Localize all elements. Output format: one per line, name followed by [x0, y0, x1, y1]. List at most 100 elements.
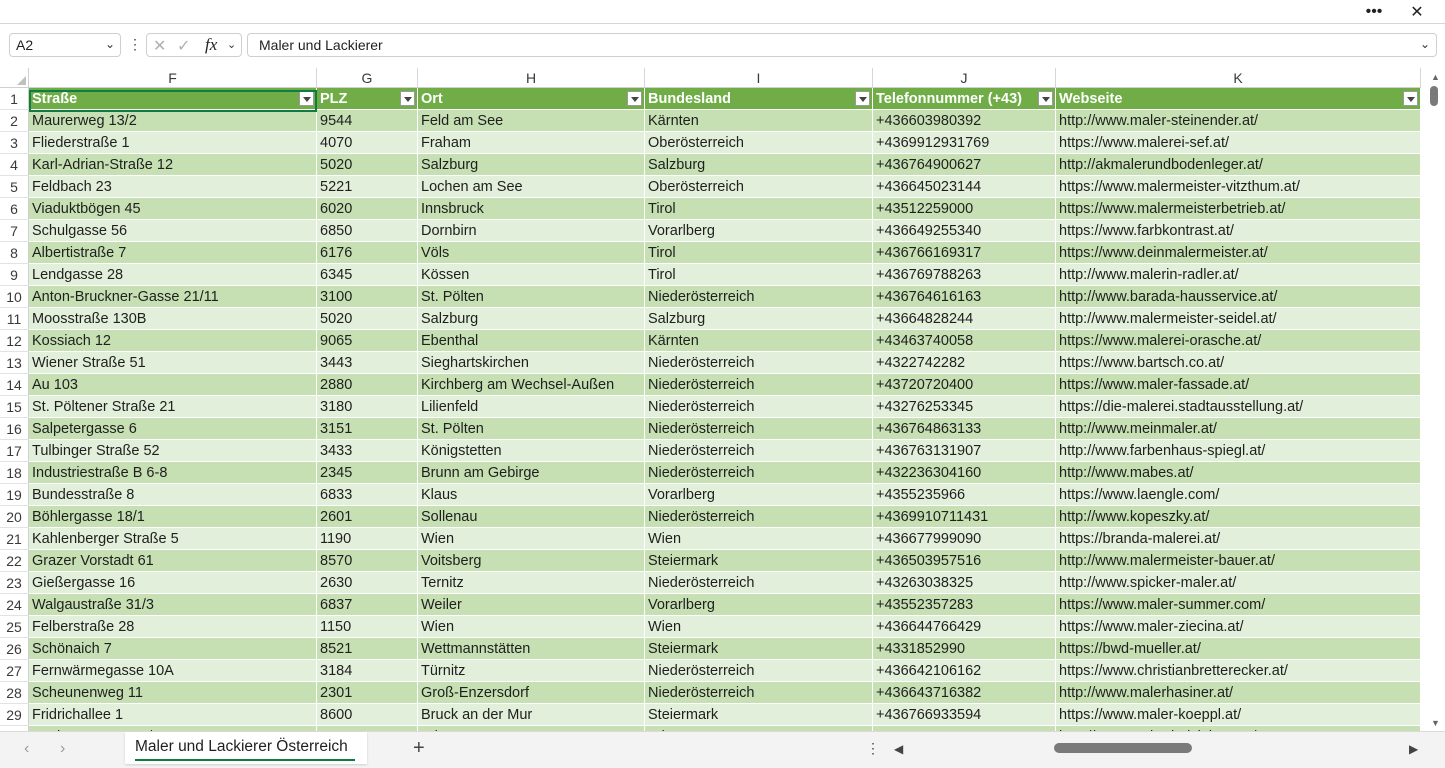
row-header[interactable]: 18	[0, 462, 29, 484]
cell-plz[interactable]: 6850	[317, 220, 418, 242]
cell-bundesland[interactable]: Wien	[645, 528, 873, 550]
row-header[interactable]: 6	[0, 198, 29, 220]
cell-ort[interactable]: Königstetten	[418, 440, 645, 462]
cell-plz[interactable]: 3180	[317, 396, 418, 418]
cell-bundesland[interactable]: Oberösterreich	[645, 132, 873, 154]
cell-strasse[interactable]: Lendgasse 28	[29, 264, 317, 286]
cell-telefon[interactable]: +436764616163	[873, 286, 1056, 308]
scroll-down-icon[interactable]: ▼	[1431, 718, 1440, 728]
cell-strasse[interactable]: Tulbinger Straße 52	[29, 440, 317, 462]
header-cell-webseite[interactable]: Webseite	[1056, 88, 1421, 110]
select-all-corner[interactable]	[0, 68, 29, 88]
cell-bundesland[interactable]: Niederösterreich	[645, 440, 873, 462]
cell-bundesland[interactable]: Tirol	[645, 198, 873, 220]
row-header[interactable]: 27	[0, 660, 29, 682]
cell-telefon[interactable]: +4355235966	[873, 484, 1056, 506]
cell-plz[interactable]: 3151	[317, 418, 418, 440]
expand-formula-icon[interactable]: ⌄	[1420, 37, 1430, 51]
column-header-h[interactable]: H	[418, 68, 645, 88]
cell-ort[interactable]: Ternitz	[418, 572, 645, 594]
cell-webseite[interactable]: https://www.malermeister-vitzthum.at/	[1056, 176, 1421, 198]
row-header[interactable]: 2	[0, 110, 29, 132]
cell-telefon[interactable]: +436643716382	[873, 682, 1056, 704]
cell-webseite[interactable]: http://www.malerin-radler.at/	[1056, 264, 1421, 286]
cell-webseite[interactable]: https://www.maler-fassade.at/	[1056, 374, 1421, 396]
header-cell-telefon[interactable]: Telefonnummer (+43)	[873, 88, 1056, 110]
cell-bundesland[interactable]: Niederösterreich	[645, 418, 873, 440]
cell-ort[interactable]: Voitsberg	[418, 550, 645, 572]
cell-ort[interactable]: Feld am See	[418, 110, 645, 132]
enter-icon[interactable]: ✓	[177, 36, 190, 56]
scroll-right-icon[interactable]: ▶	[1409, 742, 1418, 756]
cell-strasse[interactable]: Gießergasse 16	[29, 572, 317, 594]
row-header[interactable]: 3	[0, 132, 29, 154]
header-cell-strasse[interactable]: Straße	[29, 88, 317, 110]
cell-webseite[interactable]: http://www.mabes.at/	[1056, 462, 1421, 484]
cancel-icon[interactable]: ✕	[153, 36, 166, 56]
row-header[interactable]: 20	[0, 506, 29, 528]
cell-telefon[interactable]: +436603980392	[873, 110, 1056, 132]
row-header[interactable]: 16	[0, 418, 29, 440]
filter-dropdown-icon[interactable]	[400, 91, 415, 106]
vertical-dots-icon[interactable]: ⋮	[128, 36, 142, 53]
cell-ort[interactable]: St. Pölten	[418, 418, 645, 440]
cell-webseite[interactable]: http://www.malermeister-seidel.at/	[1056, 308, 1421, 330]
cell-webseite[interactable]: http://www.farbenhaus-spiegl.at/	[1056, 440, 1421, 462]
row-header[interactable]: 19	[0, 484, 29, 506]
cell-ort[interactable]: Wettmannstätten	[418, 638, 645, 660]
cell-strasse[interactable]: Bundesstraße 8	[29, 484, 317, 506]
cell-ort[interactable]: Türnitz	[418, 660, 645, 682]
cell-bundesland[interactable]: Vorarlberg	[645, 220, 873, 242]
cell-telefon[interactable]: +436763131907	[873, 440, 1056, 462]
cell-bundesland[interactable]: Niederösterreich	[645, 682, 873, 704]
header-cell-bundesland[interactable]: Bundesland	[645, 88, 873, 110]
cell-strasse[interactable]: Scheunenweg 11	[29, 682, 317, 704]
cell-strasse[interactable]: Au 103	[29, 374, 317, 396]
cell-bundesland[interactable]: Steiermark	[645, 550, 873, 572]
row-header[interactable]: 21	[0, 528, 29, 550]
column-header-j[interactable]: J	[873, 68, 1056, 88]
sheet-tab-active[interactable]: Maler und Lackierer Österreich	[125, 732, 367, 764]
cell-ort[interactable]: Lilienfeld	[418, 396, 645, 418]
row-header[interactable]: 8	[0, 242, 29, 264]
cell-strasse[interactable]: Kahlenberger Straße 5	[29, 528, 317, 550]
cell-ort[interactable]: Sieghartskirchen	[418, 352, 645, 374]
cell-strasse[interactable]: Fridrichallee 1	[29, 704, 317, 726]
cell-strasse[interactable]: Viaduktbögen 45	[29, 198, 317, 220]
close-icon[interactable]: ✕	[1397, 0, 1437, 23]
cell-plz[interactable]: 1190	[317, 528, 418, 550]
formula-input[interactable]: Maler und Lackierer ⌄	[247, 33, 1437, 57]
cell-telefon[interactable]: +436677999090	[873, 528, 1056, 550]
cell-webseite[interactable]: http://www.spicker-maler.at/	[1056, 572, 1421, 594]
cell-strasse[interactable]: Albertistraße 7	[29, 242, 317, 264]
cell-ort[interactable]: Kirchberg am Wechsel-Außen	[418, 374, 645, 396]
row-header[interactable]: 12	[0, 330, 29, 352]
cell-ort[interactable]: Klaus	[418, 484, 645, 506]
cell-telefon[interactable]: +436642106162	[873, 660, 1056, 682]
cell-telefon[interactable]: +43720720400	[873, 374, 1056, 396]
cell-strasse[interactable]: Moosstraße 130B	[29, 308, 317, 330]
cell-webseite[interactable]: http://www.kopeszky.at/	[1056, 506, 1421, 528]
row-header[interactable]: 28	[0, 682, 29, 704]
cell-ort[interactable]: St. Pölten	[418, 286, 645, 308]
cell-webseite[interactable]: https://www.laengle.com/	[1056, 484, 1421, 506]
cell-bundesland[interactable]: Niederösterreich	[645, 286, 873, 308]
cell-telefon[interactable]: +43664828244	[873, 308, 1056, 330]
cell-plz[interactable]: 5020	[317, 154, 418, 176]
cell-strasse[interactable]: Böhlergasse 18/1	[29, 506, 317, 528]
next-sheet-icon[interactable]: ›	[60, 740, 65, 758]
cell-webseite[interactable]: https://bwd-mueller.at/	[1056, 638, 1421, 660]
cell-bundesland[interactable]: Oberösterreich	[645, 176, 873, 198]
cell-bundesland[interactable]: Vorarlberg	[645, 594, 873, 616]
name-box[interactable]: A2 ⌄	[9, 33, 121, 57]
row-header[interactable]: 9	[0, 264, 29, 286]
cell-webseite[interactable]: https://www.malermeisterbetrieb.at/	[1056, 198, 1421, 220]
scroll-up-icon[interactable]: ▲	[1431, 72, 1440, 82]
scroll-left-icon[interactable]: ◀	[894, 742, 903, 756]
cell-ort[interactable]: Bruck an der Mur	[418, 704, 645, 726]
row-header[interactable]: 13	[0, 352, 29, 374]
cell-webseite[interactable]: https://www.maler-summer.com/	[1056, 594, 1421, 616]
filter-dropdown-icon[interactable]	[1038, 91, 1053, 106]
cell-bundesland[interactable]: Niederösterreich	[645, 396, 873, 418]
cell-strasse[interactable]: Feldbach 23	[29, 176, 317, 198]
